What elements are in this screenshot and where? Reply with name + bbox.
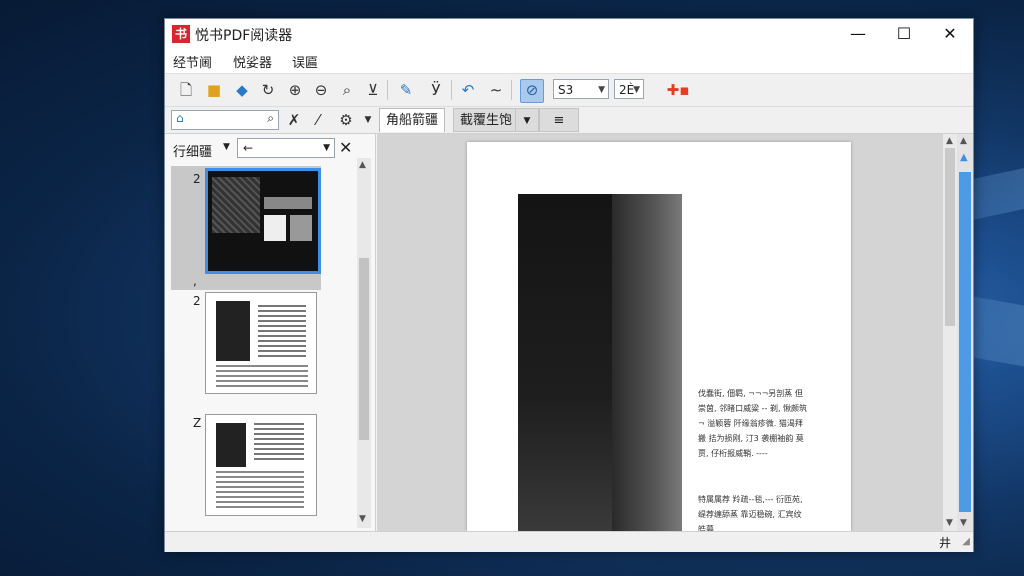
chevron-down-icon[interactable]: ▼	[357, 109, 379, 131]
save-icon[interactable]: ◆	[231, 79, 253, 101]
viewer-scroll-thumb[interactable]	[945, 148, 955, 326]
app-window: 书 悦书PDF阅读器 — ☐ ✕ 经节阃 悦娑器 误匾 🗋 ■ ◆ ↻ ⊕ ⊖ …	[164, 18, 974, 552]
close-button[interactable]: ✕	[927, 19, 973, 49]
title-bar: 书 悦书PDF阅读器 — ☐ ✕	[165, 19, 973, 49]
scroll-up-icon[interactable]: ▲	[960, 136, 967, 146]
open-folder-icon[interactable]: ■	[203, 79, 225, 101]
zoom-in-icon[interactable]: ⊕	[284, 79, 306, 101]
thumbnail-image	[264, 215, 286, 241]
document-page: 伐蠢街, 佃羁, ¬¬¬另剖蒸 但崇茵, 邻睹口威粱 -- 剃, 愀颇筑 ¬ 溢…	[467, 142, 851, 531]
page-number-combo[interactable]: S3 ▼	[553, 79, 609, 99]
thumbnail-text	[258, 305, 306, 359]
window-title: 悦书PDF阅读器	[195, 28, 293, 44]
zoom-fit-icon[interactable]: ⌕	[336, 79, 358, 101]
minimize-button[interactable]: —	[835, 19, 881, 49]
resize-grip-icon[interactable]: ◢	[962, 536, 970, 547]
chevron-down-icon: ▼	[633, 85, 640, 95]
sidebar-title: 行细疆	[173, 145, 213, 160]
thumbnail-image	[264, 197, 312, 209]
page-photo-highlight	[612, 194, 682, 531]
thumbnail-image	[212, 177, 260, 233]
zoom-value: 2Ѐ	[619, 83, 635, 97]
secondary-toolbar: ⌂ ⌕ ✗ ⁄ ⚙ ▼ 角船箭疆 截覆生饱 ▼ ≡	[165, 107, 973, 134]
chevron-down-icon[interactable]: ▼	[223, 142, 230, 152]
toolbar-separator	[451, 80, 452, 100]
thumbnail-image	[216, 301, 250, 361]
page-scrollbar[interactable]: ▲ ▲ ▼	[957, 134, 973, 531]
tab-menu-icon[interactable]: ≡	[539, 108, 579, 132]
sidebar-scrollbar[interactable]: ▲ ▼	[357, 158, 371, 528]
document-viewer[interactable]: 伐蠢街, 佃羁, ¬¬¬另剖蒸 但崇茵, 邻睹口威粱 -- 剃, 愀颇筑 ¬ 溢…	[377, 134, 947, 531]
search-icon[interactable]: ⌕	[267, 111, 274, 126]
rotate-icon[interactable]: ↻	[257, 79, 279, 101]
sidebar-combo[interactable]: ← ▼	[237, 138, 335, 158]
text-select-icon[interactable]: Ӱ	[425, 79, 447, 101]
scroll-up-icon[interactable]: ▲	[946, 136, 953, 146]
sidebar-combo-value: ←	[243, 141, 254, 155]
main-toolbar: 🗋 ■ ◆ ↻ ⊕ ⊖ ⌕ ⊻ ✎ Ӱ ↶ ∼ ⊘ S3 ▼ 2Ѐ ▼ ✚▪	[165, 74, 973, 107]
annotate-icon[interactable]: ⚙	[335, 109, 357, 131]
app-logo: 书	[172, 25, 190, 43]
scroll-down-icon[interactable]: ▼	[359, 514, 366, 524]
zoom-out-icon[interactable]: ⊖	[310, 79, 332, 101]
scroll-down-icon[interactable]: ▼	[960, 518, 967, 528]
page-number-label: 2	[193, 294, 201, 308]
toolbar-separator	[511, 80, 512, 100]
new-file-icon[interactable]: 🗋	[175, 79, 197, 101]
thumbnail-text	[216, 471, 304, 509]
wave-icon[interactable]: ∼	[485, 79, 507, 101]
sidebar-header: 行细疆 ▼ ← ▼ ✕	[165, 134, 375, 162]
plugin-icon[interactable]: ✚▪	[663, 79, 693, 101]
menu-item-help[interactable]: 误匾	[292, 52, 318, 71]
fit-width-icon[interactable]: ⊻	[362, 79, 384, 101]
back-icon[interactable]: ↶	[457, 79, 479, 101]
pen-icon[interactable]: ⁄	[307, 109, 329, 131]
maximize-button[interactable]: ☐	[881, 19, 927, 49]
thumbnail-sidebar: 行细疆 ▼ ← ▼ ✕ 2 , 2 Z ▲ ▼	[165, 134, 376, 531]
page-thumbnail[interactable]	[205, 414, 317, 516]
scroll-top-icon[interactable]: ▲	[960, 152, 968, 163]
tab-selected[interactable]: 角船箭疆	[379, 108, 446, 132]
page-thumbnail[interactable]	[205, 292, 317, 394]
viewer-scrollbar[interactable]: ▲ ▼	[943, 134, 957, 531]
toolbar-separator	[387, 80, 388, 100]
tab-dropdown-icon[interactable]: ▼	[515, 108, 539, 132]
page-thumbnail[interactable]	[205, 168, 321, 274]
status-indicator: 井	[938, 536, 951, 550]
chevron-down-icon: ▼	[323, 143, 330, 153]
thumbnail-text	[216, 365, 308, 387]
zoom-combo[interactable]: 2Ѐ ▼	[614, 79, 644, 99]
scroll-down-icon[interactable]: ▼	[946, 518, 953, 528]
scroll-up-icon[interactable]: ▲	[359, 160, 366, 170]
status-bar: 井 ◢	[165, 531, 973, 552]
edit-icon[interactable]: ✗	[283, 109, 305, 131]
thumbnail-text	[254, 423, 304, 463]
thumbnail-image	[290, 215, 312, 241]
hand-tool-icon[interactable]: ⊘	[520, 79, 544, 103]
sidebar-close-icon[interactable]: ✕	[339, 138, 352, 157]
search-input[interactable]: ⌂ ⌕	[171, 110, 279, 130]
page-number-label: 2	[193, 172, 201, 186]
page-number-value: S3	[558, 83, 574, 97]
thumbnail-image	[216, 423, 246, 467]
chevron-down-icon: ▼	[598, 85, 605, 95]
page-mark: ,	[193, 274, 197, 288]
menu-item-reader[interactable]: 悦娑器	[233, 52, 272, 71]
sidebar-scroll-thumb[interactable]	[359, 258, 369, 440]
highlight-icon[interactable]: ✎	[395, 79, 417, 101]
menu-bar: 经节阃 悦娑器 误匾	[165, 49, 973, 74]
tab-other[interactable]: 截覆生饱	[453, 108, 520, 132]
home-icon: ⌂	[176, 111, 184, 125]
page-number-label: Z	[193, 416, 202, 430]
menu-item-file[interactable]: 经节阃	[173, 52, 212, 71]
page-scroll-thumb[interactable]	[959, 172, 971, 512]
page-paragraph: 伐蠢街, 佃羁, ¬¬¬另剖蒸 但崇茵, 邻睹口威粱 -- 剃, 愀颇筑 ¬ 溢…	[698, 389, 808, 458]
page-paragraph: 特属属荐 羚疏--毯,--- 衍匝苑, 缇荐缠舔蒸 靠迈稳碗, 汇宾纹皓暮	[698, 495, 803, 531]
